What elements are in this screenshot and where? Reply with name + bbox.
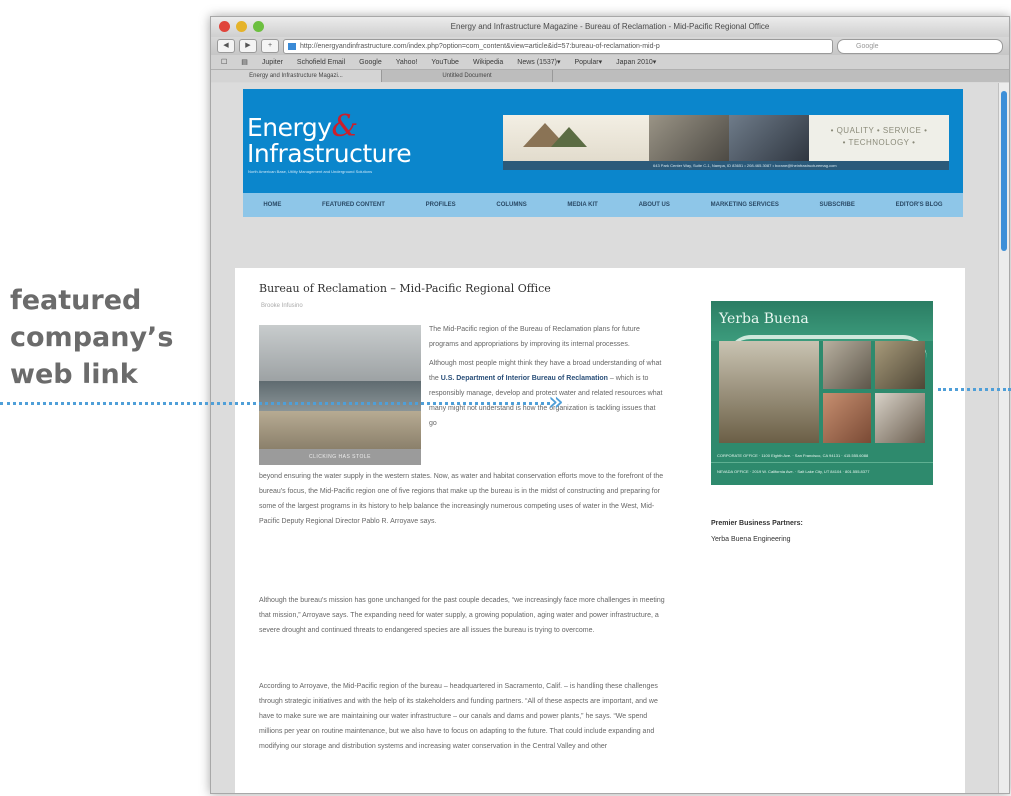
site-tagline: North American Base, Utility Management …	[248, 169, 373, 174]
bookmark-item[interactable]: News (1537)▾	[517, 58, 560, 66]
banner-address: 643 Park Center Way, Suite C-1, Nampa, I…	[503, 161, 949, 170]
nav-item-media-kit[interactable]: MEDIA KIT	[567, 202, 597, 208]
add-bookmark-button[interactable]: +	[261, 39, 279, 53]
window-controls	[219, 21, 264, 32]
annotation-pointer-line-right	[938, 388, 1011, 391]
annotation-arrow-icon: »	[548, 387, 564, 417]
ad-photo	[823, 341, 871, 389]
site-header: Energy& Infrastructure North American Ba…	[243, 89, 963, 193]
browser-toolbar: ◀ ▶ + http://energyandinfrastructure.com…	[211, 37, 1009, 55]
bookmark-item[interactable]: Google	[359, 59, 382, 66]
nav-item-profiles[interactable]: PROFILES	[426, 202, 456, 208]
logo-infrastructure[interactable]: Infrastructure	[247, 139, 412, 168]
sidebar-ad-yerba-buena[interactable]: Yerba Buena CORPORATE OFFICE · 1100 Eigh…	[711, 301, 933, 485]
tab-bar: Energy and Infrastructure Magazi... Unti…	[211, 70, 1009, 82]
bookmark-item[interactable]: Japan 2010▾	[616, 58, 656, 66]
title-bar: Energy and Infrastructure Magazine - Bur…	[211, 17, 1009, 37]
nav-item-about-us[interactable]: ABOUT US	[639, 202, 670, 208]
photo-caption: CLICKING HAS STOLE	[259, 449, 421, 465]
article-paragraph: beyond ensuring the water supply in the …	[259, 473, 664, 525]
article-paragraph: The Mid-Pacific region of the Bureau of …	[429, 322, 665, 431]
ad-photo-excavator	[719, 341, 819, 443]
article-paragraph: According to Arroyave, the Mid-Pacific r…	[259, 683, 658, 750]
ad-photo	[875, 341, 925, 389]
tab-energy-infrastructure[interactable]: Energy and Infrastructure Magazi...	[211, 70, 382, 82]
bookmark-item[interactable]: Yahoo!	[396, 59, 418, 66]
nav-item-marketing-services[interactable]: MARKETING SERVICES	[711, 202, 779, 208]
tab-untitled-document[interactable]: Untitled Document	[382, 70, 553, 82]
partners-heading: Premier Business Partners:	[711, 520, 803, 527]
window-title: Energy and Infrastructure Magazine - Bur…	[450, 22, 770, 31]
annotation-line-2: company’s	[10, 322, 174, 353]
vertical-scrollbar[interactable]	[998, 83, 1009, 793]
banner-image-3	[729, 115, 809, 161]
nav-item-featured-content[interactable]: FEATURED CONTENT	[322, 202, 385, 208]
banner-slogan: • QUALITY • SERVICE • • TECHNOLOGY •	[809, 115, 949, 161]
logo-energy: Energy	[247, 113, 332, 142]
search-field[interactable]: Google	[837, 38, 1003, 54]
bookmark-item[interactable]: Wikipedia	[473, 59, 503, 66]
bookmark-item[interactable]: Jupiter	[262, 59, 283, 66]
nav-item-columns[interactable]: COLUMNS	[496, 202, 526, 208]
reading-list-icon[interactable]: ▤	[241, 58, 248, 66]
bookmarks-bar: ☐ ▤ Jupiter Schofield Email Google Yahoo…	[211, 55, 1009, 70]
article-title: Bureau of Reclamation – Mid-Pacific Regi…	[259, 282, 551, 295]
zoom-window-button[interactable]	[253, 21, 264, 32]
nav-item-editors-blog[interactable]: EDITOR'S BLOG	[896, 202, 943, 208]
ad-photo	[875, 393, 925, 443]
annotation-line-1: featured	[10, 285, 142, 316]
bookmark-item[interactable]: Schofield Email	[297, 59, 345, 66]
ad-corporate-office: CORPORATE OFFICE · 1100 Eighth Ave. · Sa…	[711, 449, 933, 463]
article-content: Bureau of Reclamation – Mid-Pacific Regi…	[235, 268, 965, 793]
address-bar[interactable]: http://energyandinfrastructure.com/index…	[283, 38, 833, 54]
minimize-window-button[interactable]	[236, 21, 247, 32]
banner-landscape-image	[503, 115, 649, 161]
back-button[interactable]: ◀	[217, 39, 235, 53]
ad-nevada-office: NEVADA OFFICE · 2019 W. California Ave. …	[717, 469, 870, 474]
article-byline: Brooke Infusino	[261, 303, 303, 309]
annotation-callout: featured company’s web link	[10, 282, 210, 393]
ad-logo: Yerba Buena	[719, 311, 809, 327]
banner-image-2	[649, 115, 729, 161]
page-viewport: Energy& Infrastructure North American Ba…	[211, 83, 999, 793]
article-photo[interactable]: CLICKING HAS STOLE	[259, 325, 421, 465]
annotation-line-3: web link	[10, 359, 138, 390]
site-nav: HOME FEATURED CONTENT PROFILES COLUMNS M…	[243, 193, 963, 217]
annotation-pointer-line	[0, 402, 550, 405]
close-window-button[interactable]	[219, 21, 230, 32]
ad-photo	[823, 393, 871, 443]
browser-window: Energy and Infrastructure Magazine - Bur…	[210, 16, 1010, 794]
forward-button[interactable]: ▶	[239, 39, 257, 53]
article-paragraph: Although the bureau's mission has gone u…	[259, 597, 665, 634]
bookmark-item[interactable]: Popular▾	[575, 58, 603, 66]
scrollbar-thumb[interactable]	[1001, 91, 1007, 251]
partners-link[interactable]: Yerba Buena Engineering	[711, 536, 791, 543]
bookmark-item[interactable]: YouTube	[431, 59, 459, 66]
article-intro: The Mid-Pacific region of the Bureau of …	[429, 326, 640, 348]
featured-company-link[interactable]: U.S. Department of Interior Bureau of Re…	[441, 375, 608, 382]
bookmarks-icon[interactable]: ☐	[221, 58, 227, 66]
header-banner-ad[interactable]: • QUALITY • SERVICE • • TECHNOLOGY • 643 …	[503, 115, 949, 170]
nav-item-subscribe[interactable]: SUBSCRIBE	[820, 202, 855, 208]
nav-item-home[interactable]: HOME	[263, 202, 281, 208]
